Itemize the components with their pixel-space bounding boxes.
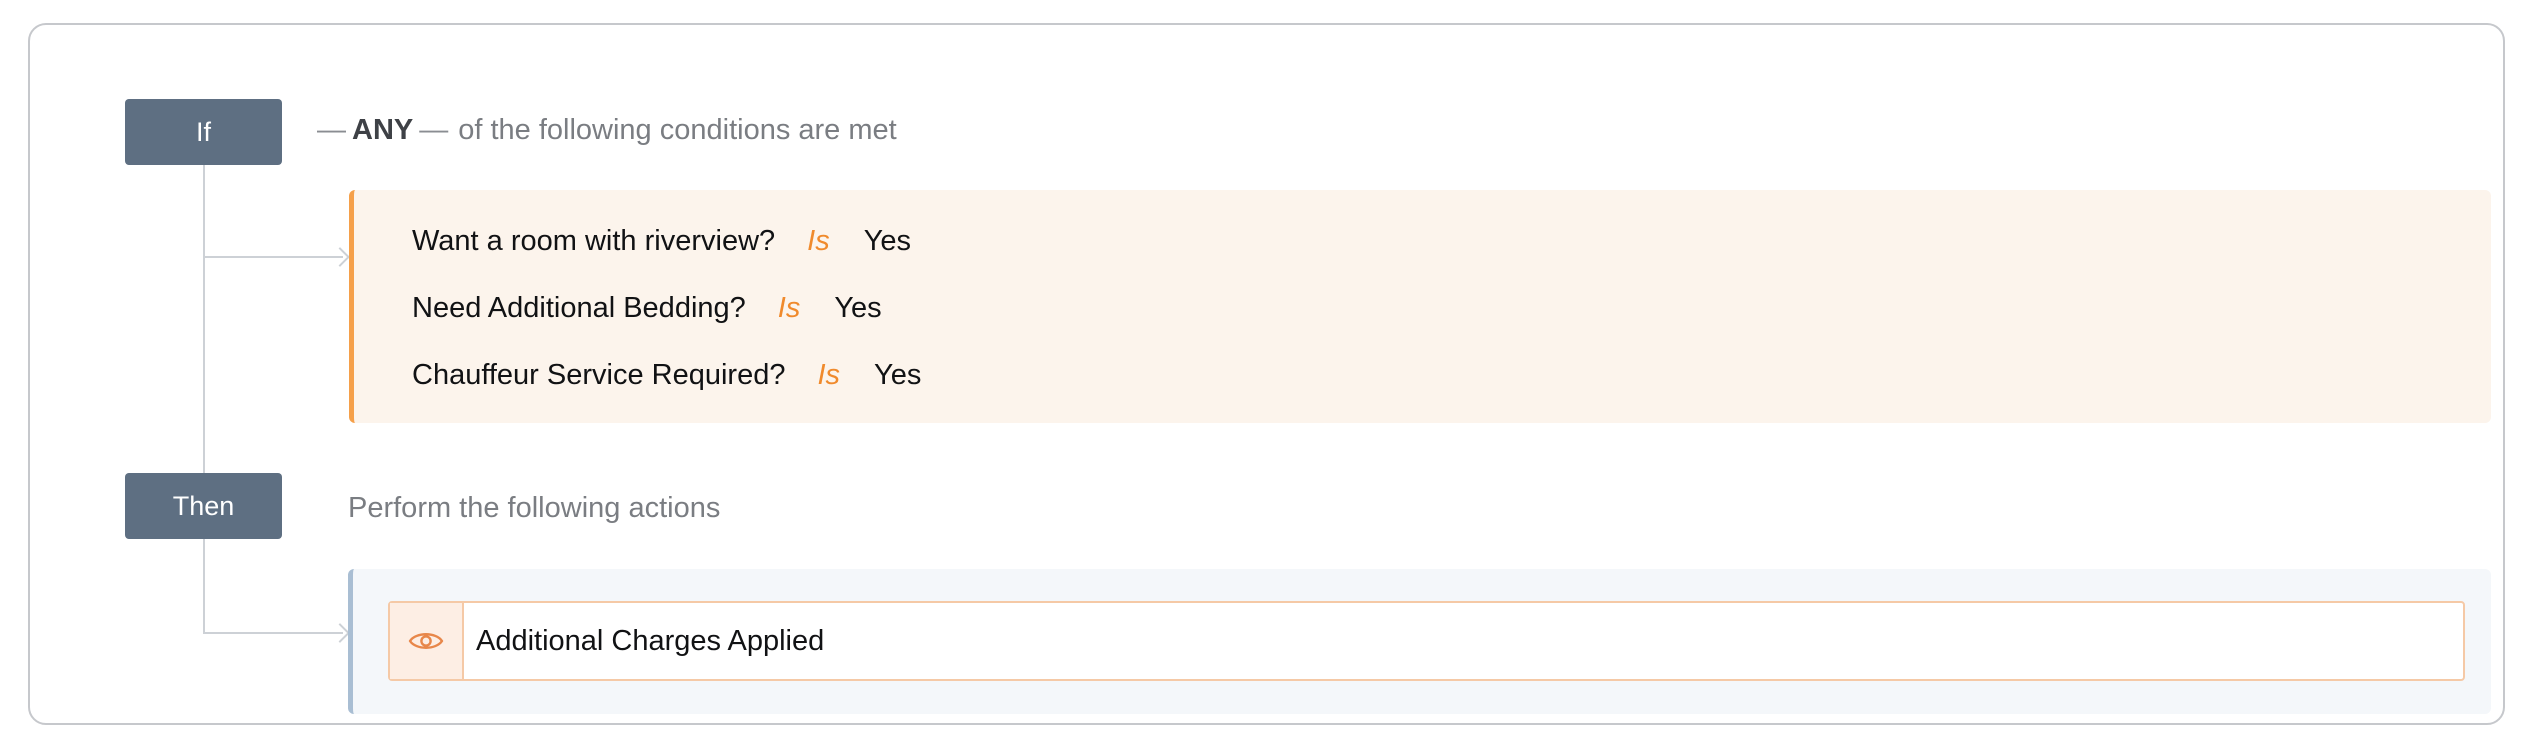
connector-arrow [330, 247, 350, 267]
condition-field: Want a room with riverview? [412, 224, 776, 257]
match-dash: — [419, 113, 449, 146]
then-label: Then [172, 490, 235, 521]
condition-row[interactable]: Need Additional Bedding? Is Yes [412, 288, 882, 328]
condition-value: Yes [834, 291, 882, 324]
rule-card: If — ANY — of the following conditions a… [28, 23, 2505, 725]
connector-arrow [330, 623, 350, 643]
then-description: Perform the following actions [348, 491, 721, 524]
if-tag: If [125, 99, 282, 165]
condition-field: Chauffeur Service Required? [412, 358, 786, 391]
condition-row[interactable]: Want a room with riverview? Is Yes [412, 221, 911, 261]
then-tag: Then [125, 473, 282, 539]
action-label: Additional Charges Applied [476, 624, 825, 657]
connector-line [203, 256, 343, 258]
action-item[interactable]: Additional Charges Applied [388, 601, 2465, 681]
connector-line [203, 257, 205, 473]
condition-row[interactable]: Chauffeur Service Required? Is Yes [412, 355, 921, 395]
conditions-panel: Want a room with riverview? Is Yes Need … [349, 190, 2491, 423]
condition-operator: Is [817, 358, 841, 391]
condition-field: Need Additional Bedding? [412, 291, 746, 324]
actions-panel: Additional Charges Applied [348, 569, 2491, 714]
connector-line [203, 539, 205, 633]
condition-operator: Is [807, 224, 830, 257]
match-mode-line: — ANY — of the following conditions are … [317, 109, 897, 151]
condition-value: Yes [874, 358, 922, 391]
connector-line [203, 165, 205, 257]
condition-operator: Is [777, 291, 801, 324]
match-dash: — [317, 113, 346, 146]
eye-icon [390, 603, 464, 679]
condition-value: Yes [863, 224, 912, 257]
connector-line [203, 632, 343, 634]
if-label: If [195, 116, 211, 147]
match-text: of the following conditions are met [458, 113, 897, 146]
match-mode-selector[interactable]: ANY [352, 114, 413, 147]
